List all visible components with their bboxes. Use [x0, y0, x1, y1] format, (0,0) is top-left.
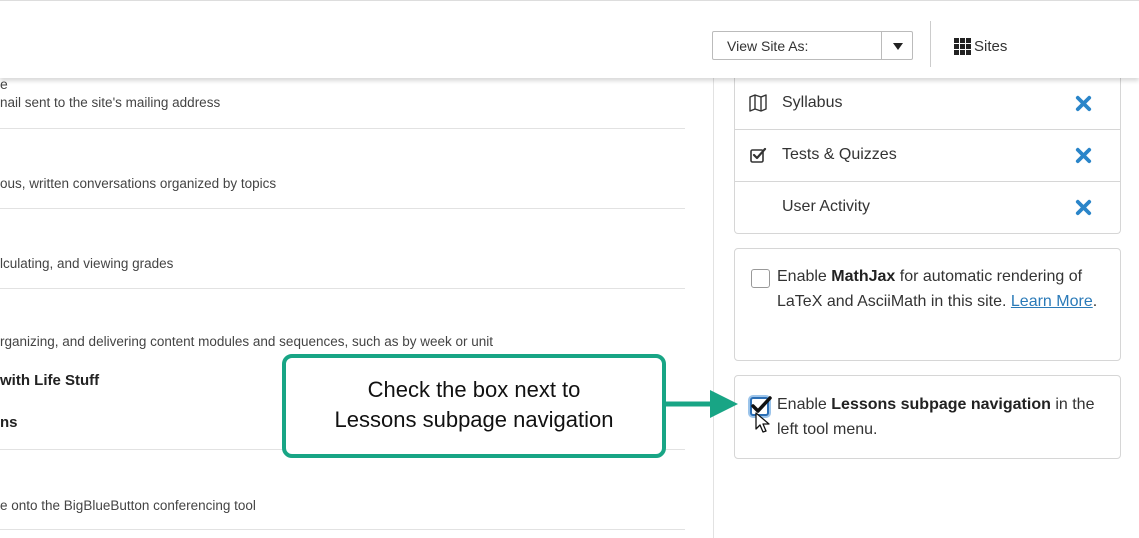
tool-item-tests-quizzes: Tests & Quizzes: [735, 130, 1120, 182]
tool-item-user-activity: User Activity: [735, 182, 1120, 234]
tool-description: nail sent to the site's mailing address: [0, 95, 221, 110]
tool-title-fragment: e: [0, 76, 8, 92]
remove-icon[interactable]: [1074, 146, 1093, 165]
mouse-pointer-icon: [755, 412, 770, 433]
sites-button[interactable]: Sites: [954, 34, 1007, 58]
remove-icon[interactable]: [1074, 198, 1093, 217]
mathjax-option-label: Enable MathJax for automatic rendering o…: [777, 268, 1098, 310]
row-divider: [0, 208, 685, 209]
tool-description: lculating, and viewing grades: [0, 256, 174, 271]
column-divider: [713, 78, 714, 538]
tool-name: User Activity: [782, 198, 871, 215]
mathjax-bold-label: MathJax: [831, 268, 896, 285]
select-separator: [881, 32, 882, 59]
tool-description: rganizing, and delivering content module…: [0, 334, 494, 349]
grid-icon: [954, 37, 971, 55]
tool-item-syllabus: Syllabus: [735, 78, 1120, 130]
view-site-as-label: View Site As:: [727, 38, 809, 54]
tool-description: ous, written conversations organized by …: [0, 176, 277, 191]
toolbar-divider: [930, 21, 931, 67]
instruction-callout: Check the box next to Lessons subpage na…: [282, 354, 666, 458]
learn-more-link[interactable]: Learn More: [1011, 293, 1093, 310]
lessons-bold-label: Lessons subpage navigation: [831, 396, 1051, 413]
remove-icon[interactable]: [1074, 94, 1093, 113]
view-site-as-select[interactable]: View Site As:: [712, 31, 913, 60]
row-divider: [0, 288, 685, 289]
lessons-subpage-option-label: Enable Lessons subpage navigation in the…: [777, 396, 1095, 438]
mathjax-checkbox[interactable]: [751, 269, 770, 288]
lesson-subpage-item[interactable]: ns: [0, 414, 18, 431]
map-icon: [749, 94, 767, 112]
callout-arrow-icon: [666, 390, 738, 418]
row-divider: [0, 529, 685, 530]
callout-text: Check the box next to Lessons subpage na…: [334, 377, 614, 432]
lesson-subpage-item[interactable]: with Life Stuff: [0, 372, 99, 389]
caret-down-icon[interactable]: [893, 43, 903, 50]
selected-tools-list: Syllabus Tests & Quizzes User Activity: [734, 78, 1121, 234]
tool-name: Syllabus: [782, 94, 843, 111]
lessons-subpage-option: Enable Lessons subpage navigation in the…: [734, 375, 1121, 459]
sites-label: Sites: [974, 37, 1008, 55]
mathjax-option: Enable MathJax for automatic rendering o…: [734, 248, 1121, 361]
checkbox-icon: [750, 147, 767, 163]
tool-name: Tests & Quizzes: [782, 146, 897, 163]
site-toolbar: View Site As: Sites: [0, 0, 1139, 78]
tool-description: e onto the BigBlueButton conferencing to…: [0, 498, 256, 513]
row-divider: [0, 128, 685, 129]
